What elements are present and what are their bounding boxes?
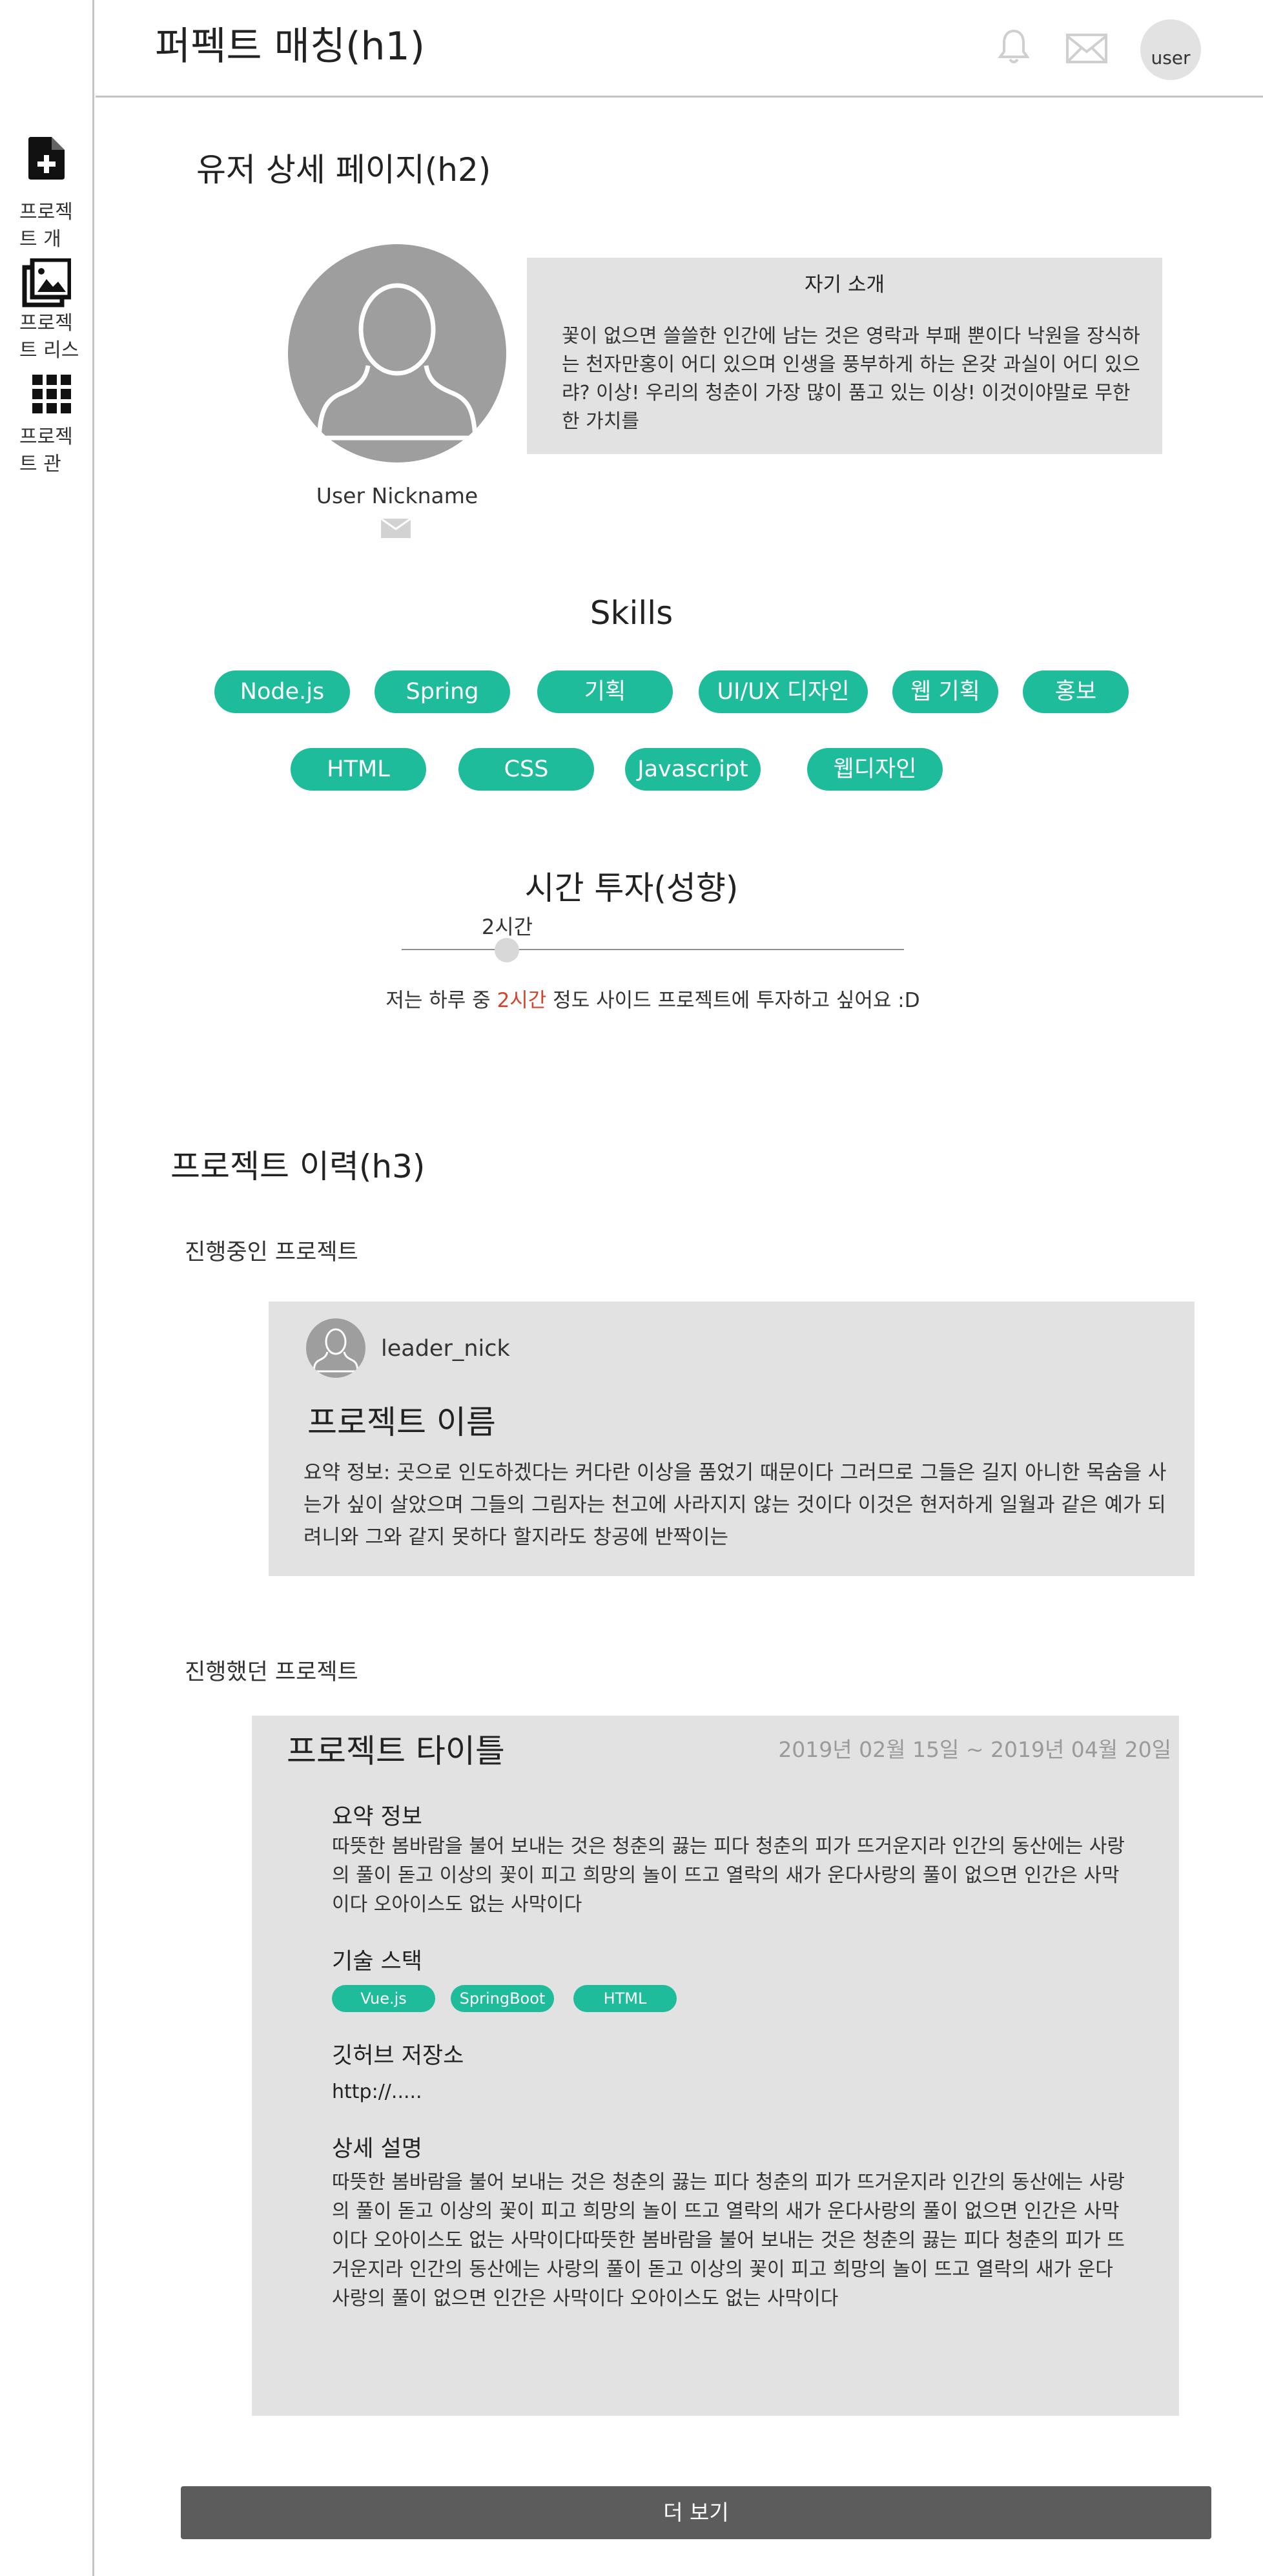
person-icon [313,1328,359,1373]
skill-chip: HTML [291,748,426,791]
profile-avatar [288,244,506,462]
skill-chip: Javascript [625,748,761,791]
tech-chip: Vue.js [332,1985,435,2012]
skills-title: Skills [590,594,673,632]
sidebar-item-project-create[interactable]: 프로젝트 개 [0,137,94,253]
tech-chip: HTML [573,1985,677,2012]
add-document-icon [28,137,65,182]
github-link[interactable]: http://..... [332,2077,1126,2106]
intro-title: 자기 소개 [805,273,885,296]
summary-text: 따뜻한 봄바람을 불어 보내는 것은 청춘의 끓는 피다 청춘의 피가 뜨거운지… [332,1835,1125,1916]
time-investment-title: 시간 투자(성향) [524,869,739,907]
detail-label: 상세 설명 [332,2136,422,2162]
past-project-card[interactable]: 프로젝트 타이틀 2019년 02월 15일 ~ 2019년 04월 20일 요… [252,1716,1179,2416]
intro-text: 꽃이 없으면 쓸쓸한 인간에 남는 것은 영락과 부패 뿐이다 낙원을 장식하는… [562,325,1140,433]
sidebar-item-label: 프로젝트 관 [19,426,73,475]
bell-icon[interactable] [998,28,1030,67]
skill-chip: UI/UX 디자인 [699,670,868,713]
person-icon [316,283,478,462]
page-title: 유저 상세 페이지(h2) [196,151,491,189]
past-project-date: 2019년 02월 15일 ~ 2019년 04월 20일 [778,1737,1171,1762]
self-introduction-box: 자기 소개 꽃이 없으면 쓸쓸한 인간에 남는 것은 영락과 부패 뿐이다 낙원… [527,258,1162,454]
sidebar-item-label: 프로젝트 리스 [19,312,79,362]
image-gallery-icon [22,257,72,310]
sidebar-item-project-manage[interactable]: 프로젝트 관 [0,375,94,484]
slider-value-label: 2시간 [481,915,533,939]
user-avatar[interactable]: user [1140,19,1201,80]
detail-text: 따뜻한 봄바람을 불어 보내는 것은 청춘의 끓는 피다 청춘의 피가 뜨거운지… [332,2171,1125,2310]
leader-nickname: leader_nick [381,1336,510,1362]
load-more-button[interactable]: 더 보기 [181,2486,1211,2539]
sentence-suffix: 정도 사이드 프로젝트에 투자하고 싶어요 :D [546,989,920,1012]
skill-chip: Spring [375,670,510,713]
top-header: 퍼펙트 매칭(h1) user [96,0,1263,98]
grid-icon [32,375,71,416]
current-project-name: 프로젝트 이름 [307,1404,496,1441]
sidebar: 프로젝트 개 프로젝트 리스 프로젝트 관 [0,0,94,2576]
hours-highlight: 2시간 [497,989,547,1012]
skill-chip: Node.js [214,670,350,713]
current-projects-label: 진행중인 프로젝트 [185,1240,358,1265]
skill-chip: 기획 [537,670,673,713]
user-nickname: User Nickname [316,483,478,508]
user-label: user [1151,47,1191,68]
mail-icon[interactable] [380,515,411,541]
skill-chip: 웹디자인 [807,748,943,791]
sidebar-item-project-list[interactable]: 프로젝트 리스 [0,257,94,368]
skill-chip: 홍보 [1023,670,1129,713]
time-slider-thumb[interactable] [495,938,520,962]
past-project-title: 프로젝트 타이틀 [287,1732,505,1770]
sentence-prefix: 저는 하루 중 [385,989,497,1012]
tech-stack-label: 기술 스택 [332,1949,422,1975]
current-project-card[interactable]: leader_nick 프로젝트 이름 요약 정보: 곳으로 인도하겠다는 커다… [269,1302,1195,1576]
current-project-summary: 요약 정보: 곳으로 인도하겠다는 커다란 이상을 품었기 때문이다 그러므로 … [303,1461,1167,1549]
time-slider-track[interactable] [402,949,904,950]
github-label: 깃허브 저장소 [332,2043,464,2069]
past-projects-label: 진행했던 프로젝트 [185,1659,358,1685]
mail-icon[interactable] [1066,34,1107,66]
summary-label: 요약 정보 [332,1804,422,1830]
skill-chip: 웹 기획 [892,670,998,713]
tech-chip: SpringBoot [451,1985,554,2012]
project-history-title: 프로젝트 이력(h3) [170,1148,426,1185]
skill-chip: CSS [458,748,594,791]
sidebar-item-label: 프로젝트 개 [19,201,73,251]
app-title: 퍼펙트 매칭(h1) [155,24,426,69]
time-investment-sentence: 저는 하루 중 2시간 정도 사이드 프로젝트에 투자하고 싶어요 :D [378,986,927,1015]
leader-avatar [306,1318,365,1378]
